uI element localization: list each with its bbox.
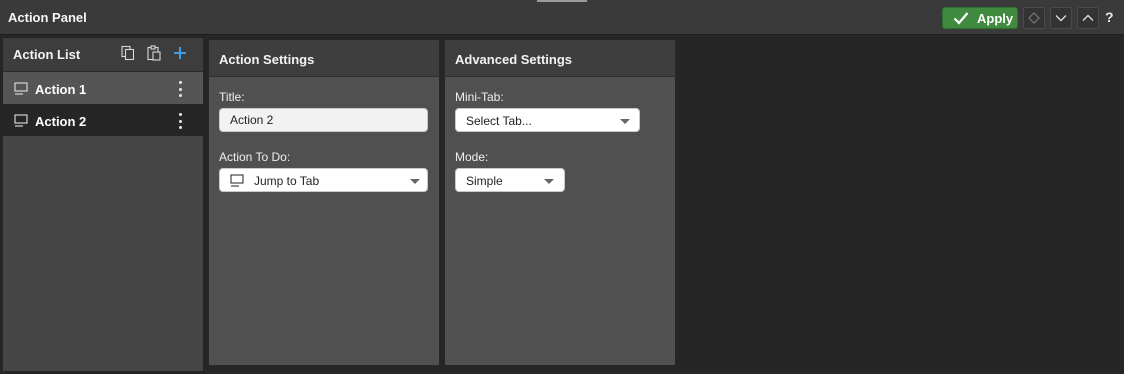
advanced-settings-title: Advanced Settings xyxy=(455,52,573,67)
action-to-do-value: Jump to Tab xyxy=(254,174,320,188)
title-bar: Action Panel Apply ? xyxy=(0,0,1124,35)
check-icon xyxy=(953,12,969,25)
advanced-settings-header: Advanced Settings xyxy=(445,40,675,77)
window-title: Action Panel xyxy=(8,10,87,25)
list-item-action-1[interactable]: Action 1 xyxy=(3,72,203,104)
monitor-icon xyxy=(14,114,28,127)
diamond-button[interactable] xyxy=(1023,7,1045,29)
mini-tab-label: Mini-Tab: xyxy=(455,90,504,104)
action-settings-panel: Action Settings Title: Action 2 Action T… xyxy=(209,40,439,365)
action-to-do-label: Action To Do: xyxy=(219,150,291,164)
action-settings-title: Action Settings xyxy=(219,52,315,67)
monitor-icon xyxy=(14,82,28,95)
help-button[interactable]: ? xyxy=(1105,9,1114,25)
more-options-icon[interactable] xyxy=(173,113,187,129)
more-options-icon[interactable] xyxy=(173,81,187,97)
diamond-icon xyxy=(1028,12,1040,24)
move-up-button[interactable] xyxy=(1077,7,1099,29)
copy-icon[interactable] xyxy=(118,43,138,63)
mini-tab-value: Select Tab... xyxy=(466,114,532,128)
chevron-up-icon xyxy=(1082,14,1094,21)
paste-icon[interactable] xyxy=(144,43,164,63)
move-down-button[interactable] xyxy=(1050,7,1072,29)
action-list-header: Action List xyxy=(3,38,203,72)
list-item-action-2[interactable]: Action 2 xyxy=(3,104,203,136)
mode-value: Simple xyxy=(466,174,503,188)
caret-down-icon xyxy=(410,179,420,184)
action-list-sidebar: Action List Action 1 Action 2 xyxy=(3,38,203,371)
apply-button[interactable]: Apply xyxy=(942,7,1018,29)
list-item-label: Action 1 xyxy=(35,82,87,97)
mini-tab-select[interactable]: Select Tab... xyxy=(455,108,640,132)
add-icon[interactable] xyxy=(170,43,190,63)
chevron-down-icon xyxy=(1055,15,1067,22)
action-list-title: Action List xyxy=(13,47,81,62)
mode-select[interactable]: Simple xyxy=(455,168,565,192)
caret-down-icon xyxy=(544,179,554,184)
action-settings-header: Action Settings xyxy=(209,40,439,77)
list-item-label: Action 2 xyxy=(35,114,87,129)
top-drag-indicator xyxy=(537,0,587,2)
monitor-icon xyxy=(230,174,244,187)
title-label: Title: xyxy=(219,90,245,104)
caret-down-icon xyxy=(620,119,630,124)
apply-label: Apply xyxy=(977,10,1014,26)
title-input[interactable]: Action 2 xyxy=(219,108,428,132)
advanced-settings-panel: Advanced Settings Mini-Tab: Select Tab..… xyxy=(445,40,675,365)
mode-label: Mode: xyxy=(455,150,489,164)
action-to-do-select[interactable]: Jump to Tab xyxy=(219,168,428,192)
